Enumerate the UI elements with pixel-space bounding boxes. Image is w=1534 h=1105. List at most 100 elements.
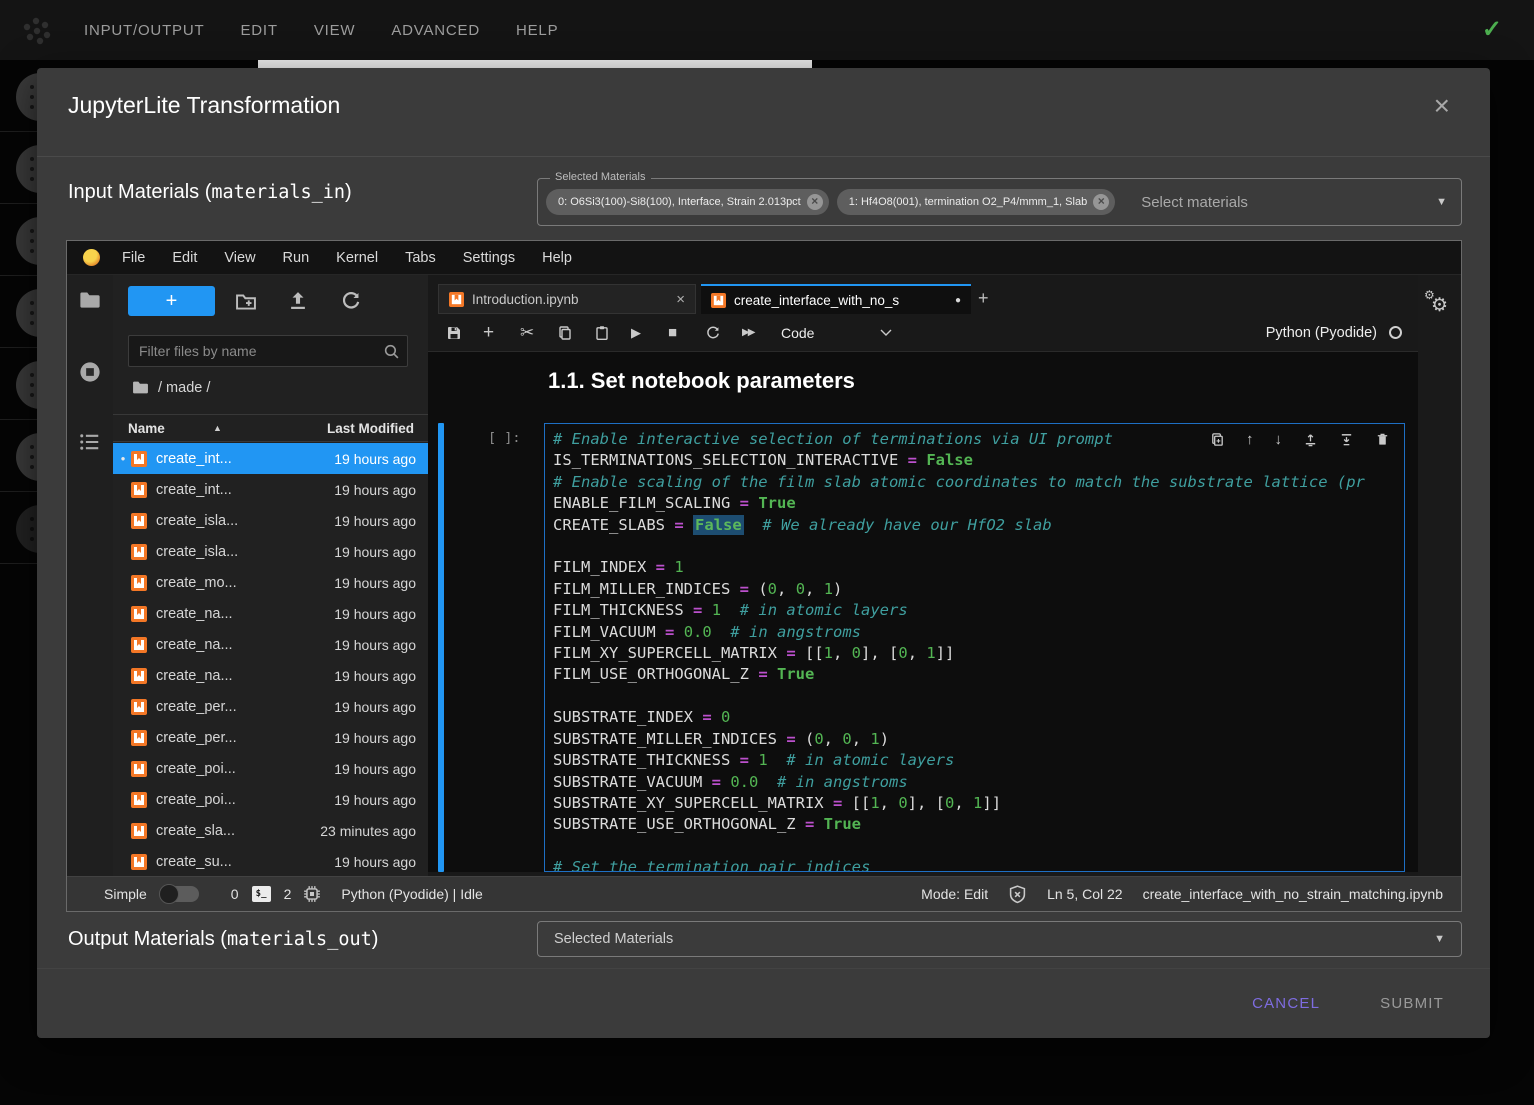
jupyter-menu-settings[interactable]: Settings xyxy=(463,250,515,266)
jupyter-menu-file[interactable]: File xyxy=(122,250,145,266)
chevron-down-icon[interactable]: ▼ xyxy=(1434,933,1445,945)
check-icon[interactable]: ✓ xyxy=(1482,15,1502,44)
file-row[interactable]: create_sla...23 minutes ago xyxy=(113,815,428,846)
file-row[interactable]: create_na...19 hours ago xyxy=(113,598,428,629)
breadcrumb[interactable]: / made / xyxy=(132,379,210,396)
column-last-modified[interactable]: Last Modified xyxy=(327,421,414,436)
file-browser-tab-icon[interactable] xyxy=(79,289,101,311)
kernel-name[interactable]: Python (Pyodide) xyxy=(1266,325,1377,341)
file-name[interactable]: create_poi... xyxy=(156,761,334,777)
select-materials-placeholder[interactable]: Select materials xyxy=(1141,194,1428,211)
column-name[interactable]: Name xyxy=(128,421,165,436)
terminal-icon[interactable]: $_ xyxy=(252,886,271,902)
file-name[interactable]: create_na... xyxy=(156,668,334,684)
remove-chip-icon[interactable]: × xyxy=(1093,194,1109,210)
file-name[interactable]: create_na... xyxy=(156,637,334,653)
run-all-cells-icon[interactable]: ▶▶ xyxy=(742,327,779,338)
run-cell-icon[interactable]: ▶ xyxy=(631,325,668,341)
new-launcher-button[interactable]: + xyxy=(128,286,215,316)
file-row[interactable]: create_poi...19 hours ago xyxy=(113,784,428,815)
file-name[interactable]: create_isla... xyxy=(156,544,334,560)
simple-mode-toggle[interactable] xyxy=(161,886,199,902)
save-icon[interactable] xyxy=(446,325,483,341)
file-name[interactable]: create_int... xyxy=(156,451,334,467)
cancel-button[interactable]: CANCEL xyxy=(1236,985,1336,1022)
tab-create-interface[interactable]: create_interface_with_no_s ● xyxy=(701,284,971,314)
unsaved-dot-icon[interactable]: ● xyxy=(955,295,961,306)
upload-icon[interactable] xyxy=(287,290,309,312)
add-tab-icon[interactable]: + xyxy=(978,288,989,309)
move-cell-up-icon[interactable]: ↑ xyxy=(1246,431,1254,448)
menu-advanced[interactable]: ADVANCED xyxy=(391,22,480,39)
jupyter-menu-run[interactable]: Run xyxy=(283,250,310,266)
file-name[interactable]: create_sla... xyxy=(156,823,320,839)
insert-cell-below-icon[interactable] xyxy=(1339,432,1354,447)
file-name[interactable]: create_int... xyxy=(156,482,334,498)
stop-kernel-icon[interactable]: ■ xyxy=(668,324,705,341)
jupyter-menu-help[interactable]: Help xyxy=(542,250,572,266)
trust-shield-icon[interactable] xyxy=(1008,885,1027,904)
kernel-sessions-icon[interactable] xyxy=(303,885,321,903)
tab-label[interactable]: create_interface_with_no_s xyxy=(734,293,947,308)
output-materials-dropdown[interactable]: Selected Materials ▼ xyxy=(537,921,1462,957)
close-tab-icon[interactable]: × xyxy=(676,291,685,308)
file-row[interactable]: create_na...19 hours ago xyxy=(113,660,428,691)
refresh-icon[interactable] xyxy=(340,290,362,312)
file-row[interactable]: create_isla...19 hours ago xyxy=(113,536,428,567)
insert-cell-above-icon[interactable] xyxy=(1303,432,1318,447)
file-name[interactable]: create_poi... xyxy=(156,792,334,808)
chevron-down-icon[interactable] xyxy=(880,324,892,342)
file-name[interactable]: create_su... xyxy=(156,854,334,870)
file-name[interactable]: create_na... xyxy=(156,606,334,622)
breadcrumb-path[interactable]: / made / xyxy=(158,380,210,396)
close-icon[interactable]: × xyxy=(1434,92,1450,120)
file-row[interactable]: create_int...19 hours ago xyxy=(113,474,428,505)
file-row[interactable]: create_poi...19 hours ago xyxy=(113,753,428,784)
file-name[interactable]: create_mo... xyxy=(156,575,334,591)
table-of-contents-tab-icon[interactable] xyxy=(79,431,101,453)
remove-chip-icon[interactable]: × xyxy=(807,194,823,210)
editor-mode[interactable]: Mode: Edit xyxy=(921,886,988,902)
kernel-status-text[interactable]: Python (Pyodide) | Idle xyxy=(341,886,482,902)
file-row[interactable]: create_isla...19 hours ago xyxy=(113,505,428,536)
kernels-count[interactable]: 2 xyxy=(284,886,292,902)
menu-view[interactable]: VIEW xyxy=(314,22,356,39)
menu-edit[interactable]: EDIT xyxy=(240,22,277,39)
jupyter-menu-kernel[interactable]: Kernel xyxy=(336,250,378,266)
cell-type-dropdown[interactable]: Code xyxy=(781,325,814,341)
restart-kernel-icon[interactable] xyxy=(705,325,742,341)
duplicate-cell-icon[interactable] xyxy=(1210,432,1225,447)
file-row[interactable]: ●create_int...19 hours ago xyxy=(113,443,428,474)
insert-cell-icon[interactable]: + xyxy=(483,326,520,340)
paste-icon[interactable] xyxy=(594,325,631,341)
file-name[interactable]: create_per... xyxy=(156,730,334,746)
menu-help[interactable]: HELP xyxy=(516,22,558,39)
delete-cell-icon[interactable] xyxy=(1375,432,1390,447)
jupyter-menu-edit[interactable]: Edit xyxy=(172,250,197,266)
file-name[interactable]: create_isla... xyxy=(156,513,334,529)
code-block[interactable]: # Enable interactive selection of termin… xyxy=(545,424,1404,872)
file-row[interactable]: create_per...19 hours ago xyxy=(113,691,428,722)
submit-button[interactable]: SUBMIT xyxy=(1364,985,1460,1022)
terminals-count[interactable]: 0 xyxy=(231,886,239,902)
move-cell-down-icon[interactable]: ↓ xyxy=(1275,431,1283,448)
running-kernels-tab-icon[interactable] xyxy=(79,361,101,383)
selected-materials-field[interactable]: Selected Materials 0: O6Si3(100)-Si8(100… xyxy=(537,178,1462,226)
cursor-position[interactable]: Ln 5, Col 22 xyxy=(1047,886,1123,902)
cell-collapser[interactable] xyxy=(438,423,444,872)
copy-icon[interactable] xyxy=(557,325,594,341)
new-folder-icon[interactable] xyxy=(235,290,257,312)
current-filename[interactable]: create_interface_with_no_strain_matching… xyxy=(1143,886,1443,902)
file-row[interactable]: create_su...19 hours ago xyxy=(113,846,428,877)
file-row[interactable]: create_mo...19 hours ago xyxy=(113,567,428,598)
filter-files-input[interactable] xyxy=(128,335,408,367)
material-chip[interactable]: 1: Hf4O8(001), termination O2_P4/mmm_1, … xyxy=(837,189,1115,215)
sort-ascending-icon[interactable]: ▲ xyxy=(213,423,222,433)
file-row[interactable]: create_na...19 hours ago xyxy=(113,629,428,660)
jupyter-menu-tabs[interactable]: Tabs xyxy=(405,250,436,266)
chevron-down-icon[interactable]: ▼ xyxy=(1436,196,1447,208)
tab-introduction[interactable]: Introduction.ipynb × xyxy=(438,284,696,314)
file-name[interactable]: create_per... xyxy=(156,699,334,715)
tab-label[interactable]: Introduction.ipynb xyxy=(472,292,668,307)
file-row[interactable]: create_per...19 hours ago xyxy=(113,722,428,753)
